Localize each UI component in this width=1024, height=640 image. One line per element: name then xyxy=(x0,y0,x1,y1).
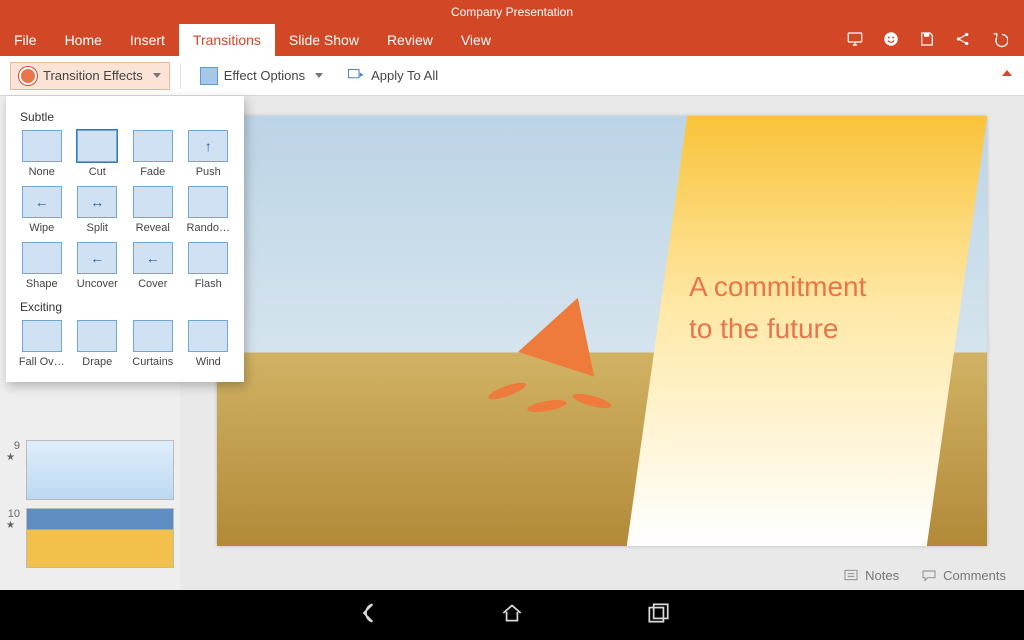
effect-reveal[interactable]: Reveal xyxy=(127,186,179,234)
document-title: Company Presentation xyxy=(451,5,573,19)
subtle-grid: None Cut Fade ↑Push ←Wipe ↔Split Reveal … xyxy=(14,130,236,296)
tab-file[interactable]: File xyxy=(0,24,51,56)
apply-all-icon xyxy=(347,66,365,85)
effect-drape[interactable]: Drape xyxy=(72,320,124,368)
exciting-grid: Fall Ov… Drape Curtains Wind xyxy=(14,320,236,374)
tab-review[interactable]: Review xyxy=(373,24,447,56)
effect-cut[interactable]: Cut xyxy=(72,130,124,178)
effect-random[interactable]: Rando… xyxy=(183,186,235,234)
ribbon-tabs: File Home Insert Transitions Slide Show … xyxy=(0,24,1024,56)
effect-split[interactable]: ↔Split xyxy=(72,186,124,234)
slide-canvas[interactable]: A commitment to the future xyxy=(217,116,987,546)
ribbon-toolbar: Transition Effects Effect Options Apply … xyxy=(0,56,1024,96)
group-exciting-label: Exciting xyxy=(14,296,236,320)
effect-push[interactable]: ↑Push xyxy=(183,130,235,178)
apply-to-all-button[interactable]: Apply To All xyxy=(338,61,447,90)
android-navbar xyxy=(0,590,1024,640)
android-recent-icon[interactable] xyxy=(645,600,671,631)
effect-none[interactable]: None xyxy=(16,130,68,178)
effect-shape[interactable]: Shape xyxy=(16,242,68,290)
effect-wipe[interactable]: ←Wipe xyxy=(16,186,68,234)
undo-icon[interactable] xyxy=(990,30,1008,51)
tab-view[interactable]: View xyxy=(447,24,505,56)
notes-label: Notes xyxy=(865,568,899,583)
tab-home[interactable]: Home xyxy=(51,24,116,56)
chevron-down-icon xyxy=(153,73,161,78)
transition-effects-panel: Subtle None Cut Fade ↑Push ←Wipe ↔Split … xyxy=(6,96,244,382)
effect-options-button[interactable]: Effect Options xyxy=(191,62,332,90)
slide-title-text[interactable]: A commitment to the future xyxy=(689,266,939,350)
present-icon[interactable] xyxy=(846,30,864,51)
transition-effects-icon xyxy=(19,67,37,85)
chevron-down-icon xyxy=(315,73,323,78)
notes-icon xyxy=(843,568,859,582)
group-subtle-label: Subtle xyxy=(14,106,236,130)
comments-label: Comments xyxy=(943,568,1006,583)
animation-star-icon: ★ xyxy=(6,520,20,531)
apply-all-label: Apply To All xyxy=(371,68,438,83)
comments-icon xyxy=(921,568,937,582)
thumbnail-10[interactable]: 10 ★ xyxy=(0,504,180,572)
kite-graphic xyxy=(517,296,617,416)
separator xyxy=(180,63,181,89)
transition-effects-label: Transition Effects xyxy=(43,68,143,83)
thumb-preview xyxy=(26,440,174,500)
tab-transitions[interactable]: Transitions xyxy=(179,24,275,56)
effect-curtains[interactable]: Curtains xyxy=(127,320,179,368)
animation-star-icon: ★ xyxy=(6,452,20,463)
thumb-number: 9 xyxy=(6,440,20,452)
share-icon[interactable] xyxy=(954,30,972,51)
thumb-number: 10 xyxy=(6,508,20,520)
effect-fade[interactable]: Fade xyxy=(127,130,179,178)
thumb-preview xyxy=(26,508,174,568)
save-icon[interactable] xyxy=(918,30,936,51)
effect-flash[interactable]: Flash xyxy=(183,242,235,290)
transition-effects-button[interactable]: Transition Effects xyxy=(10,62,170,90)
comments-button[interactable]: Comments xyxy=(921,568,1006,583)
slide-canvas-area: A commitment to the future xyxy=(180,96,1024,590)
status-bar: Notes Comments xyxy=(180,560,1024,590)
android-back-icon[interactable] xyxy=(353,600,379,631)
effect-uncover[interactable]: ←Uncover xyxy=(72,242,124,290)
title-bar: Company Presentation xyxy=(0,0,1024,24)
smiley-icon[interactable] xyxy=(882,30,900,51)
tab-slideshow[interactable]: Slide Show xyxy=(275,24,373,56)
effect-options-icon xyxy=(200,67,218,85)
effect-fallover[interactable]: Fall Ov… xyxy=(16,320,68,368)
thumbnail-9[interactable]: 9 ★ xyxy=(0,436,180,504)
effect-options-label: Effect Options xyxy=(224,68,305,83)
title-actions xyxy=(846,24,1024,56)
effect-cover[interactable]: ←Cover xyxy=(127,242,179,290)
effect-wind[interactable]: Wind xyxy=(183,320,235,368)
notes-button[interactable]: Notes xyxy=(843,568,899,583)
collapse-ribbon-icon[interactable] xyxy=(1002,70,1012,76)
tab-insert[interactable]: Insert xyxy=(116,24,179,56)
android-home-icon[interactable] xyxy=(499,600,525,631)
